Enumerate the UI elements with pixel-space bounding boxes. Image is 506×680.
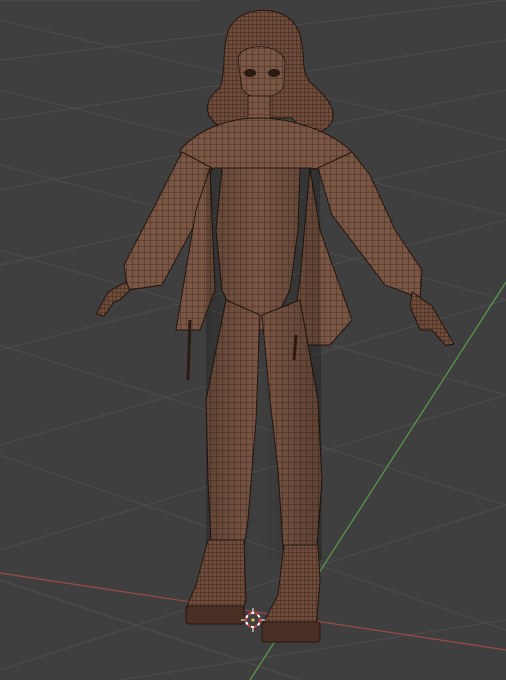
- right-sole: [261, 621, 321, 643]
- 3d-cursor-icon[interactable]: [241, 608, 265, 632]
- right-hand: [409, 291, 455, 347]
- 3d-viewport[interactable]: [0, 0, 506, 680]
- left-hand: [95, 281, 131, 317]
- left-sole: [185, 605, 245, 625]
- drawstring-left: [186, 319, 192, 381]
- eye-left: [244, 69, 256, 77]
- drawstring-right: [292, 334, 298, 361]
- character-mesh[interactable]: [95, 9, 455, 643]
- eye-right: [268, 69, 280, 77]
- neck: [247, 95, 271, 121]
- viewport-canvas[interactable]: [0, 0, 506, 680]
- body-shading: [206, 168, 322, 560]
